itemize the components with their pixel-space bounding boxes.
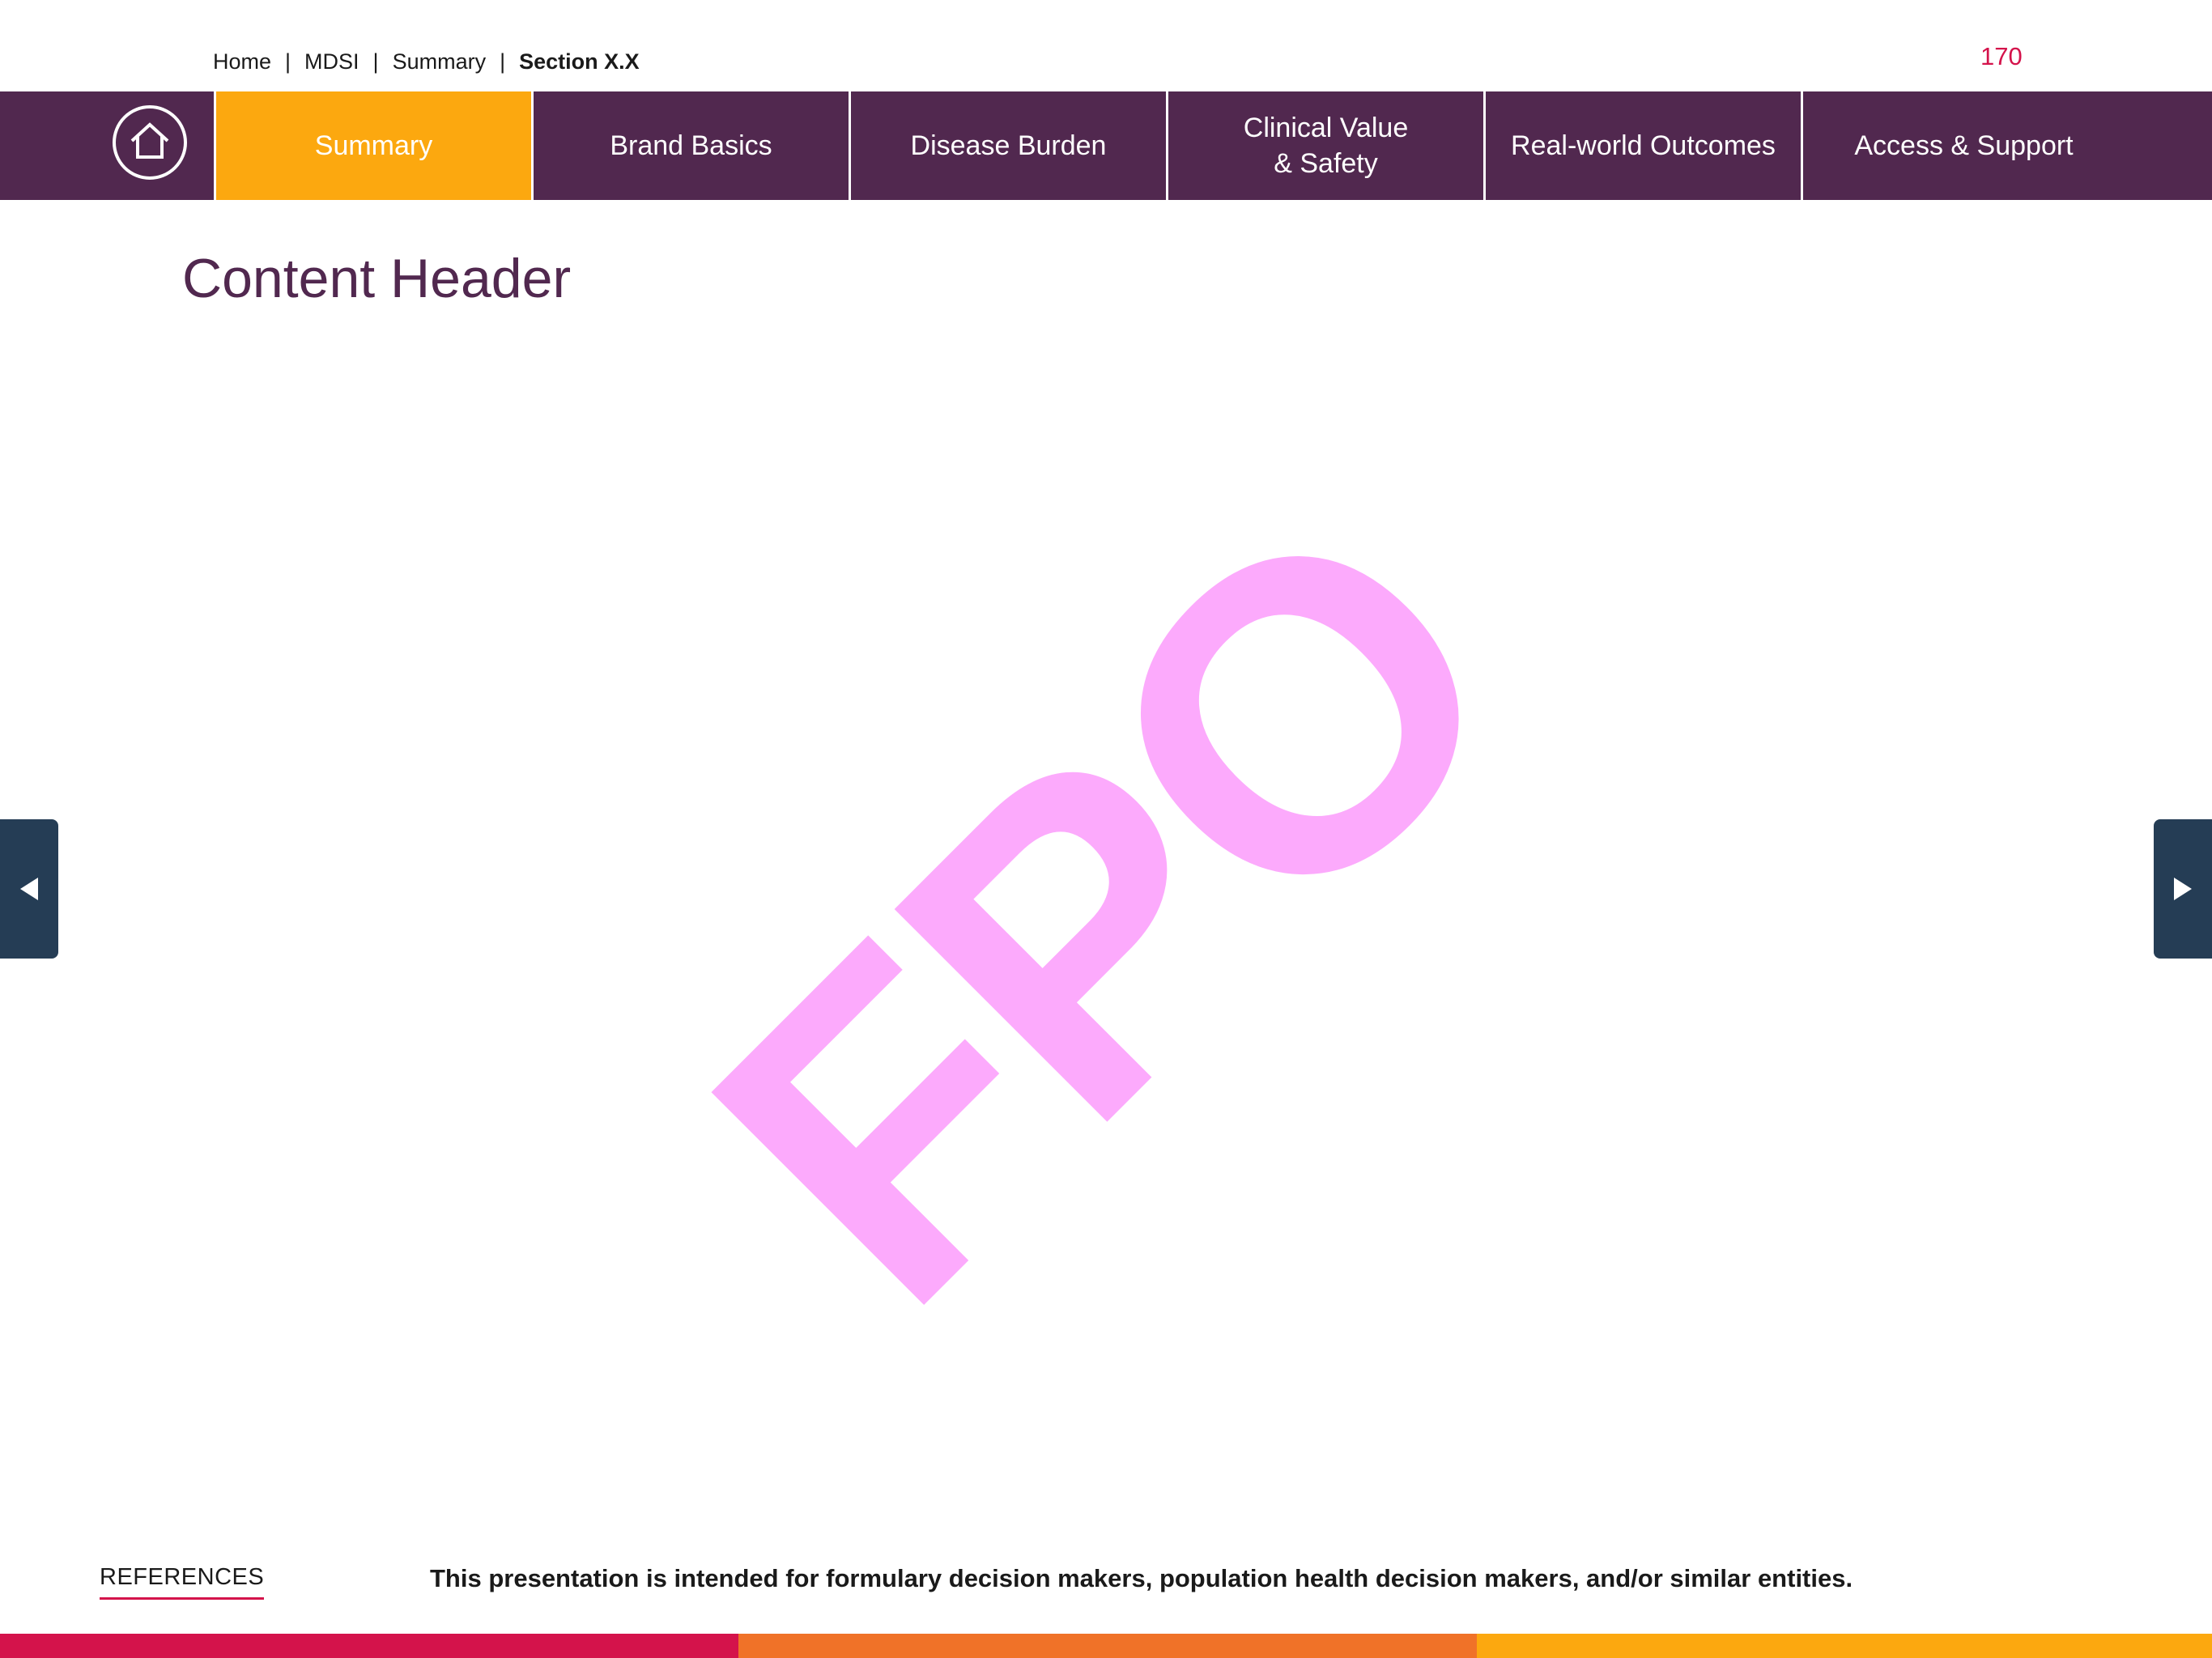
tab-clinical-value-safety[interactable]: Clinical Value & Safety (1166, 91, 1483, 200)
footer-color-bar (0, 1634, 2212, 1658)
caret-right-icon (2174, 878, 2192, 900)
home-button[interactable] (0, 91, 214, 200)
breadcrumb: Home | MDSI | Summary | Section X.X (213, 45, 640, 78)
breadcrumb-separator: | (372, 49, 379, 74)
breadcrumb-home[interactable]: Home (213, 49, 271, 74)
tab-real-world-outcomes[interactable]: Real-world Outcomes (1483, 91, 1801, 200)
home-icon (130, 122, 169, 159)
color-bar-segment-orange (738, 1634, 1477, 1658)
content-header: Content Header (182, 248, 572, 309)
tab-brand-basics[interactable]: Brand Basics (531, 91, 849, 200)
tab-disease-burden[interactable]: Disease Burden (849, 91, 1166, 200)
breadcrumb-separator: | (500, 49, 506, 74)
main-nav: Summary Brand Basics Disease Burden Clin… (0, 91, 2212, 200)
breadcrumb-separator: | (285, 49, 291, 74)
breadcrumb-current: Section X.X (519, 49, 640, 74)
page-number: 170 (1980, 42, 2023, 70)
breadcrumb-mdsi[interactable]: MDSI (304, 49, 359, 74)
breadcrumb-summary[interactable]: Summary (393, 49, 487, 74)
fpo-placeholder: FPO (623, 427, 1588, 1392)
disclaimer-text: This presentation is intended for formul… (430, 1564, 1853, 1592)
previous-slide-button[interactable] (0, 819, 58, 959)
references-link[interactable]: REFERENCES (100, 1564, 265, 1600)
color-bar-segment-red (0, 1634, 738, 1658)
caret-left-icon (20, 878, 38, 900)
tab-summary[interactable]: Summary (214, 91, 531, 200)
next-slide-button[interactable] (2154, 819, 2212, 959)
color-bar-segment-yellow (1477, 1634, 2212, 1658)
tab-access-support[interactable]: Access & Support (1801, 91, 2125, 200)
